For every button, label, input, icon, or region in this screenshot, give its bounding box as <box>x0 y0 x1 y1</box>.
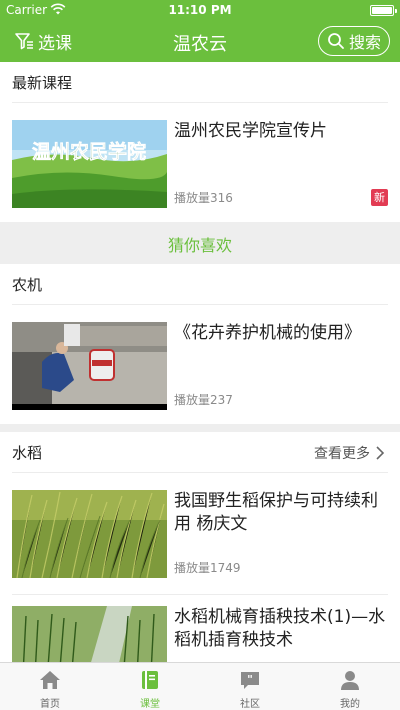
course-feed[interactable]: 最新课程 温州农民学院 温州农民学院宣传片 播放量316 新 猜你喜欢 农机 《… <box>0 62 400 662</box>
view-more-link[interactable]: 查看更多 <box>314 443 386 463</box>
status-bar: Carrier 11:10 PM <box>0 0 400 20</box>
section-title: 水稻 <box>12 444 43 462</box>
divider <box>12 472 388 473</box>
user-icon <box>341 671 359 690</box>
tab-profile[interactable]: 我的 <box>300 663 400 710</box>
new-badge: 新 <box>371 189 388 206</box>
divider <box>12 304 388 305</box>
tab-label: 首页 <box>40 699 60 710</box>
tab-label: 社区 <box>240 699 260 710</box>
course-title: 我国野生稻保护与可持续利用 杨庆文 <box>174 491 378 534</box>
tab-community[interactable]: " 社区 <box>200 663 300 710</box>
home-icon <box>40 671 60 689</box>
search-button[interactable]: 搜索 <box>318 26 390 56</box>
tab-label: 课堂 <box>140 699 160 710</box>
tab-bar: 首页 课堂 " 社区 我的 <box>0 662 400 710</box>
filter-course-button[interactable]: 选课 <box>14 29 72 54</box>
course-card-latest[interactable]: 温州农民学院 温州农民学院宣传片 播放量316 新 <box>0 104 400 224</box>
play-count: 播放量237 <box>174 393 233 407</box>
nav-bar: 选课 温农云 搜索 <box>0 20 400 62</box>
book-icon <box>142 671 158 689</box>
play-count: 播放量1749 <box>174 561 241 575</box>
section-gap <box>0 424 400 432</box>
clock: 11:10 PM <box>168 3 232 17</box>
course-thumbnail <box>12 606 167 662</box>
course-card-wild-rice[interactable]: 我国野生稻保护与可持续利用 杨庆文 播放量1749 <box>0 474 400 594</box>
course-card-flower-machinery[interactable]: 《花卉养护机械的使用》 播放量237 <box>0 306 400 426</box>
course-title: 水稻机械育插秧技术(1)—水稻机插育秧技术 <box>174 607 386 650</box>
course-card-rice-transplanting[interactable]: 水稻机械育插秧技术(1)—水稻机插育秧技术 <box>0 590 400 662</box>
battery-icon <box>370 5 397 16</box>
section-header-latest: 最新课程 <box>0 62 400 102</box>
section-title: 农机 <box>12 276 43 294</box>
section-header-rice: 水稻 查看更多 <box>0 432 400 472</box>
divider <box>12 102 388 103</box>
course-title: 《花卉养护机械的使用》 <box>174 323 361 343</box>
filter-icon <box>15 33 33 50</box>
chat-quote-icon: " <box>241 672 259 689</box>
svg-text:": " <box>247 673 253 686</box>
tab-home[interactable]: 首页 <box>0 663 100 710</box>
search-icon <box>328 33 344 49</box>
course-thumbnail <box>12 322 167 410</box>
recommend-label: 猜你喜欢 <box>167 236 232 255</box>
search-label: 搜索 <box>348 33 381 52</box>
tab-label: 我的 <box>340 699 360 710</box>
course-thumbnail: 温州农民学院 <box>12 120 167 208</box>
view-more-label: 查看更多 <box>314 446 370 462</box>
section-title: 最新课程 <box>12 74 73 92</box>
thumbnail-text: 温州农民学院 <box>32 140 146 163</box>
recommend-banner: 猜你喜欢 <box>0 222 400 264</box>
course-thumbnail <box>12 490 167 578</box>
course-title: 温州农民学院宣传片 <box>174 121 327 141</box>
play-count: 播放量316 <box>174 191 233 205</box>
chevron-right-icon <box>376 446 385 460</box>
tab-classroom[interactable]: 课堂 <box>100 663 200 710</box>
section-header-farm-machinery: 农机 <box>0 264 400 304</box>
filter-label: 选课 <box>38 33 72 54</box>
